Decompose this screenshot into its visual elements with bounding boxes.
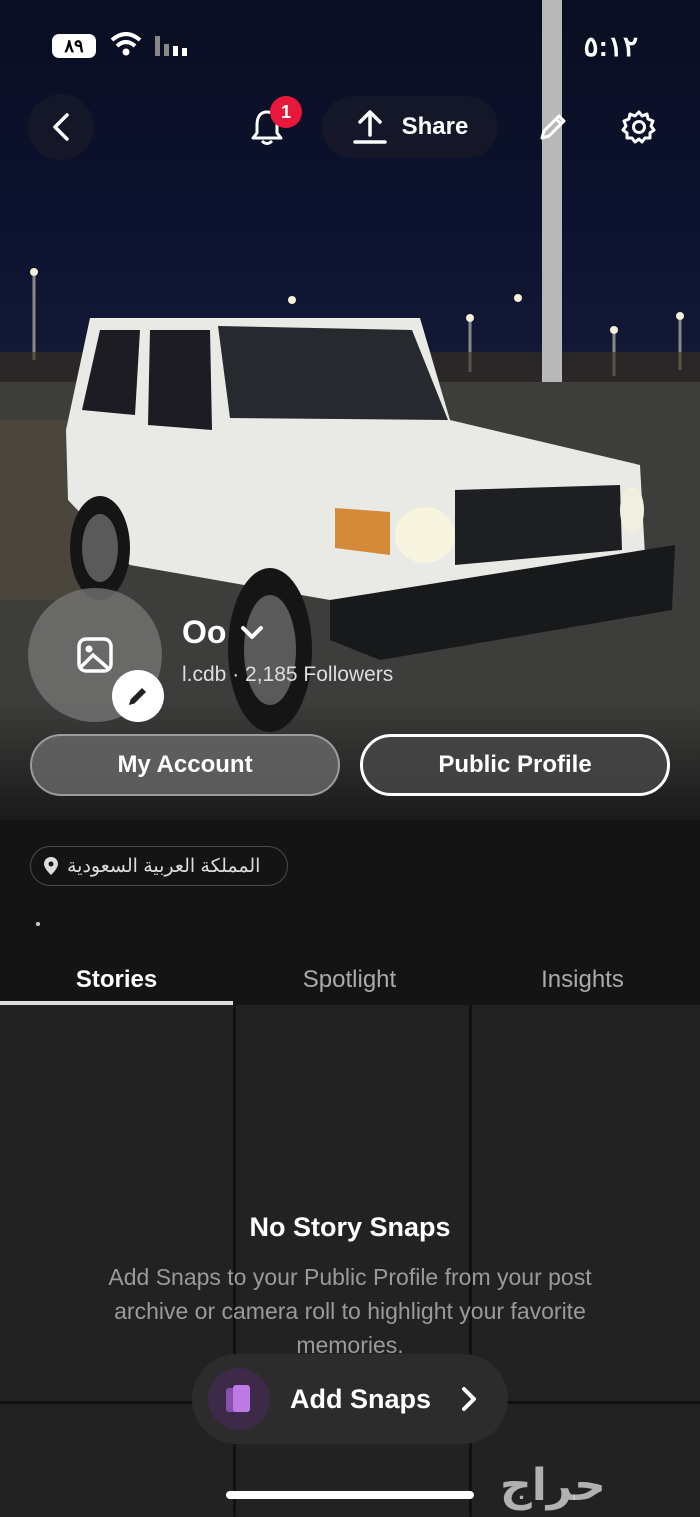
map-pin-icon [44,857,58,875]
upload-icon [352,110,387,144]
location-text: المملكة العربية السعودية [67,855,261,877]
edit-profile-button[interactable] [520,94,586,160]
pencil-icon [540,114,566,140]
watermark-logo: حراج [500,1460,606,1511]
status-time: ٥:١٢ [583,31,638,62]
separator: · [232,663,246,686]
cellular-signal-icon [155,36,189,61]
home-indicator[interactable] [226,1491,474,1499]
battery-indicator: ٨٩ [52,34,96,58]
bio-text [36,922,40,926]
pencil-icon [129,688,146,705]
wifi-icon [110,32,142,61]
my-account-button[interactable]: My Account [30,734,340,796]
username: l.cdb [182,663,227,686]
image-placeholder-icon [77,637,113,673]
tab-insights[interactable]: Insights [466,966,699,994]
stacked-snaps-icon [208,1368,270,1430]
profile-subtitle: l.cdb · 2,185 Followers [182,663,393,687]
back-button[interactable] [28,94,94,160]
share-button[interactable]: Share [322,96,498,158]
gear-icon [621,110,656,144]
empty-state-description: Add Snaps to your Public Profile from yo… [108,1264,592,1358]
tab-spotlight[interactable]: Spotlight [233,966,466,994]
followers-count: 2,185 Followers [245,663,394,686]
chevron-right-icon [462,1387,476,1411]
chevron-left-icon [53,113,69,141]
profile-name-row[interactable]: Oo [182,614,264,651]
settings-button[interactable] [606,94,672,160]
tab-stories[interactable]: Stories [0,966,233,994]
empty-state-title: No Story Snaps [249,1212,451,1242]
avatar-edit-button[interactable] [112,670,164,722]
profile-name: Oo [182,614,227,650]
public-profile-button[interactable]: Public Profile [360,734,670,796]
add-snaps-label: Add Snaps [290,1383,432,1414]
notification-badge: 1 [270,96,302,128]
location-chip[interactable]: المملكة العربية السعودية [30,846,288,886]
add-snaps-button[interactable]: Add Snaps [192,1354,508,1444]
share-label: Share [401,113,469,140]
chevron-down-icon [241,625,264,639]
